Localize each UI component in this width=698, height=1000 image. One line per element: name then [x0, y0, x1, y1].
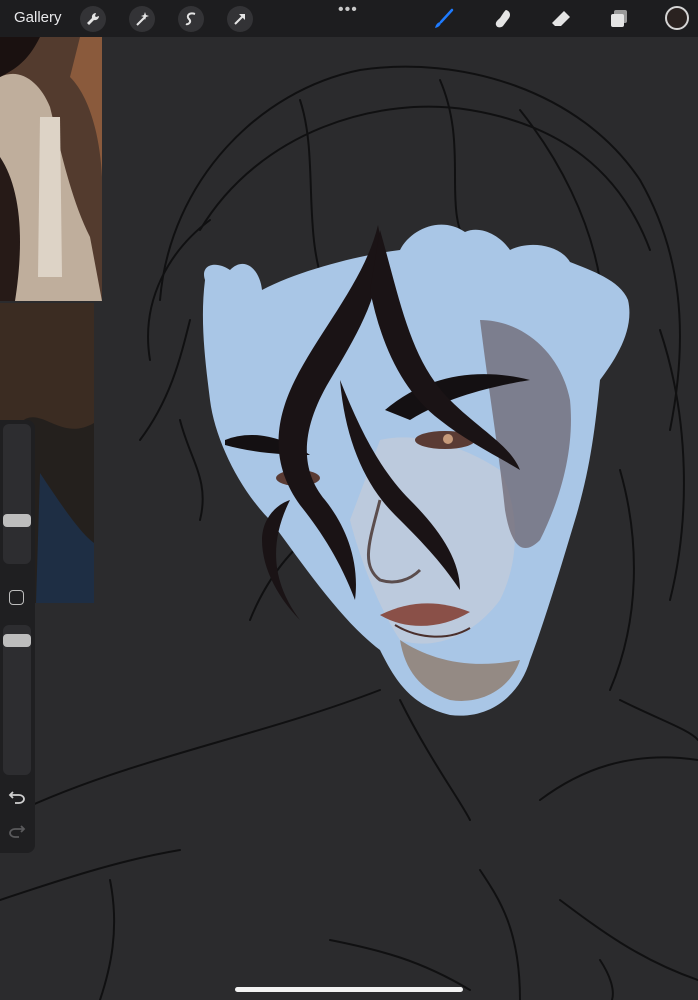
drawing-canvas[interactable]	[0, 0, 698, 1000]
wrench-icon[interactable]	[80, 6, 106, 32]
transform-arrow-icon[interactable]	[227, 6, 253, 32]
reference-image[interactable]	[0, 37, 102, 301]
brush-size-slider[interactable]	[3, 424, 31, 564]
opacity-handle[interactable]	[3, 634, 31, 647]
more-options-icon[interactable]: •••	[338, 1, 358, 19]
modify-button[interactable]	[9, 590, 24, 605]
top-toolbar: Gallery •••	[0, 0, 698, 37]
opacity-slider[interactable]	[3, 625, 31, 775]
gallery-button[interactable]: Gallery	[14, 9, 62, 26]
home-indicator[interactable]	[235, 987, 463, 992]
brush-icon[interactable]	[430, 5, 458, 33]
selection-icon[interactable]	[178, 6, 204, 32]
layers-icon[interactable]	[605, 5, 633, 33]
left-sidebar	[0, 420, 35, 853]
smudge-icon[interactable]	[489, 5, 517, 33]
magic-wand-icon[interactable]	[129, 6, 155, 32]
color-picker-swatch[interactable]	[665, 6, 689, 30]
brush-size-handle[interactable]	[3, 514, 31, 527]
eraser-icon[interactable]	[547, 5, 575, 33]
redo-icon[interactable]	[8, 822, 26, 840]
undo-icon[interactable]	[8, 788, 26, 806]
